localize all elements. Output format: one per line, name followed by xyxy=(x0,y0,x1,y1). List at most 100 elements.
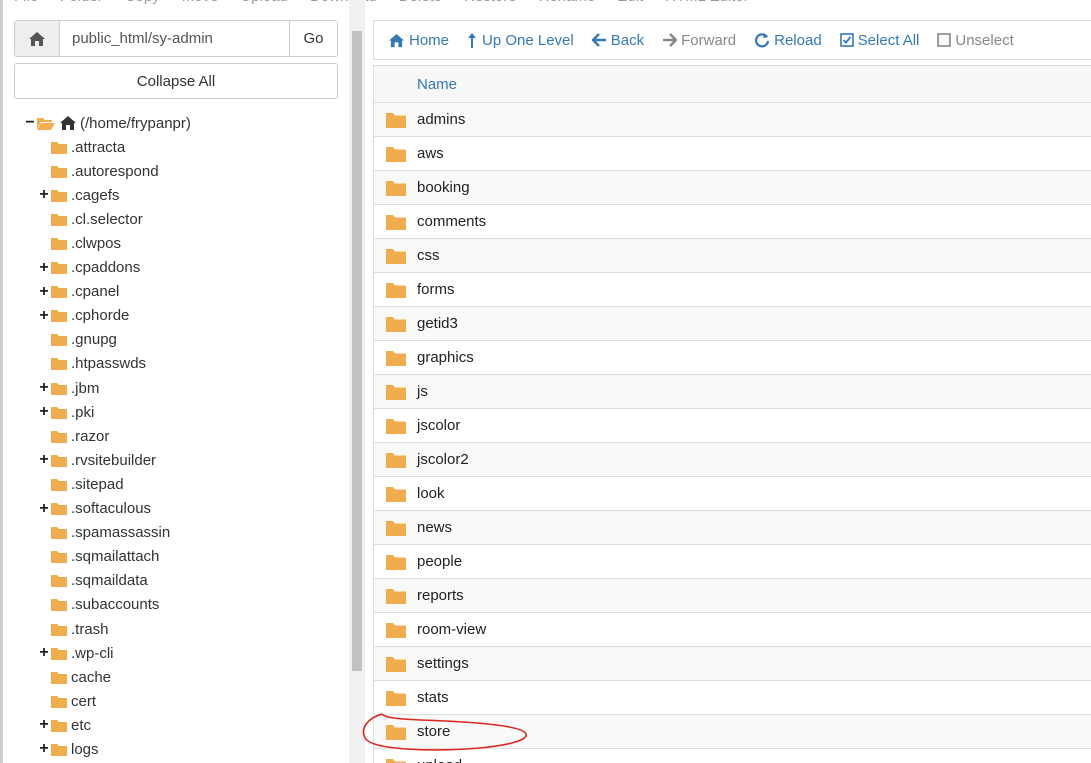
tree-item[interactable]: .subaccounts xyxy=(24,593,344,617)
tree-item-label: .subaccounts xyxy=(71,596,160,614)
tree-item[interactable]: cert xyxy=(24,689,344,713)
expand-icon[interactable]: + xyxy=(38,283,50,300)
table-row[interactable]: getid3 xyxy=(373,307,1091,341)
reload-button[interactable]: Reload xyxy=(754,32,822,49)
table-row[interactable]: store xyxy=(373,715,1091,749)
tree-item-label: .sqmaildata xyxy=(71,572,148,590)
file-name: people xyxy=(417,553,463,570)
folder-icon xyxy=(50,718,68,733)
name-column-header[interactable]: Name xyxy=(373,65,1091,103)
up-one-level-button[interactable]: Up One Level xyxy=(467,32,574,49)
folder-icon xyxy=(50,236,68,251)
collapse-all-button[interactable]: Collapse All xyxy=(14,63,338,99)
table-row[interactable]: graphics xyxy=(373,341,1091,375)
expand-icon[interactable]: + xyxy=(38,741,50,757)
table-body: admins aws booking comments css forms getid3 gr… xyxy=(373,103,1091,763)
tree-item[interactable]: + .rvsitebuilder xyxy=(24,448,344,472)
scrollbar-thumb[interactable] xyxy=(352,31,362,671)
file-name: js xyxy=(417,383,428,400)
table-row[interactable]: reports xyxy=(373,579,1091,613)
tree-item[interactable]: + .cphorde xyxy=(24,304,344,328)
table-row[interactable]: room-view xyxy=(373,613,1091,647)
folder-icon xyxy=(374,179,417,197)
expand-icon[interactable]: + xyxy=(38,404,50,420)
expand-icon[interactable]: + xyxy=(38,717,50,733)
tree-item[interactable]: .sqmaildata xyxy=(24,569,344,593)
folder-icon xyxy=(50,188,68,203)
tree-item[interactable]: .gnupg xyxy=(24,328,344,352)
expand-icon[interactable]: + xyxy=(38,307,50,324)
tree-root[interactable]: − (/home/frypanpr) xyxy=(24,111,344,135)
tree-item[interactable]: cache xyxy=(24,665,344,689)
expand-icon[interactable]: + xyxy=(38,500,50,517)
tree-item[interactable]: + .softaculous xyxy=(24,497,344,521)
tree-item[interactable]: .htpasswds xyxy=(24,352,344,376)
tree-item[interactable]: .cl.selector xyxy=(24,207,344,231)
top-toolbar-item[interactable]: Edit xyxy=(617,0,643,6)
table-row[interactable]: people xyxy=(373,545,1091,579)
file-name: look xyxy=(417,485,445,502)
home-button[interactable]: Home xyxy=(388,32,449,49)
expand-icon[interactable]: + xyxy=(38,645,50,661)
folder-icon xyxy=(50,260,68,275)
go-button[interactable]: Go xyxy=(289,21,337,56)
back-button[interactable]: Back xyxy=(591,32,644,49)
expand-icon[interactable]: + xyxy=(38,380,50,396)
expand-icon[interactable]: + xyxy=(38,187,50,203)
path-input[interactable] xyxy=(60,21,289,56)
collapse-icon[interactable]: − xyxy=(24,115,36,131)
table-row[interactable]: jscolor xyxy=(373,409,1091,443)
tree-item[interactable]: + etc xyxy=(24,713,344,737)
folder-icon xyxy=(50,501,68,516)
tree-item[interactable]: .clwpos xyxy=(24,231,344,255)
expand-icon[interactable]: + xyxy=(38,452,50,468)
tree-item[interactable]: + .wp-cli xyxy=(24,641,344,665)
left-panel: Go Collapse All − (/home/frypanpr) .attr… xyxy=(0,0,350,763)
table-row[interactable]: news xyxy=(373,511,1091,545)
tree-item[interactable]: .trash xyxy=(24,617,344,641)
tree-item[interactable]: + .cagefs xyxy=(24,183,344,207)
tree-item[interactable]: .sqmailattach xyxy=(24,545,344,569)
top-toolbar-item[interactable]: Restore xyxy=(464,0,517,6)
tree-item[interactable]: .attracta xyxy=(24,135,344,159)
home-path-button[interactable] xyxy=(15,21,60,56)
table-row[interactable]: css xyxy=(373,239,1091,273)
directory-tree: − (/home/frypanpr) .attracta .autorespond… xyxy=(24,111,344,762)
table-row[interactable]: booking xyxy=(373,171,1091,205)
top-toolbar-item[interactable]: Delete xyxy=(399,0,442,6)
panel-splitter-scrollbar[interactable] xyxy=(349,0,365,763)
tree-item[interactable]: .sitepad xyxy=(24,472,344,496)
table-row[interactable]: forms xyxy=(373,273,1091,307)
tree-item[interactable]: .razor xyxy=(24,424,344,448)
file-name: jscolor xyxy=(417,417,461,434)
top-toolbar-item[interactable]: HTML Editor xyxy=(665,0,749,6)
table-row[interactable]: settings xyxy=(373,647,1091,681)
tree-item[interactable]: + .cpaddons xyxy=(24,256,344,280)
select-all-button[interactable]: Select All xyxy=(839,32,919,49)
tree-item[interactable]: + logs xyxy=(24,737,344,761)
file-name: forms xyxy=(417,281,455,298)
tree-item[interactable]: .spamassassin xyxy=(24,521,344,545)
table-row[interactable]: look xyxy=(373,477,1091,511)
tree-item[interactable]: + .jbm xyxy=(24,376,344,400)
folder-icon xyxy=(50,356,68,371)
table-row[interactable]: jscolor2 xyxy=(373,443,1091,477)
top-toolbar-item[interactable]: Rename xyxy=(539,0,596,6)
folder-icon xyxy=(50,670,68,685)
tree-item[interactable]: .autorespond xyxy=(24,159,344,183)
expand-icon[interactable]: + xyxy=(38,259,50,276)
table-row[interactable]: comments xyxy=(373,205,1091,239)
folder-icon xyxy=(50,477,68,492)
table-row[interactable]: aws xyxy=(373,137,1091,171)
forward-button[interactable]: Forward xyxy=(662,32,736,49)
tree-item[interactable]: + .cpanel xyxy=(24,280,344,304)
tree-item-label: .autorespond xyxy=(71,162,159,180)
table-row[interactable]: stats xyxy=(373,681,1091,715)
unselect-all-button[interactable]: Unselect xyxy=(937,32,1014,49)
table-row[interactable]: js xyxy=(373,375,1091,409)
tree-item[interactable]: + .pki xyxy=(24,400,344,424)
file-name: comments xyxy=(417,213,487,230)
table-row[interactable]: upload xyxy=(373,749,1091,763)
tree-item-label: .razor xyxy=(71,427,110,445)
table-row[interactable]: admins xyxy=(373,103,1091,137)
